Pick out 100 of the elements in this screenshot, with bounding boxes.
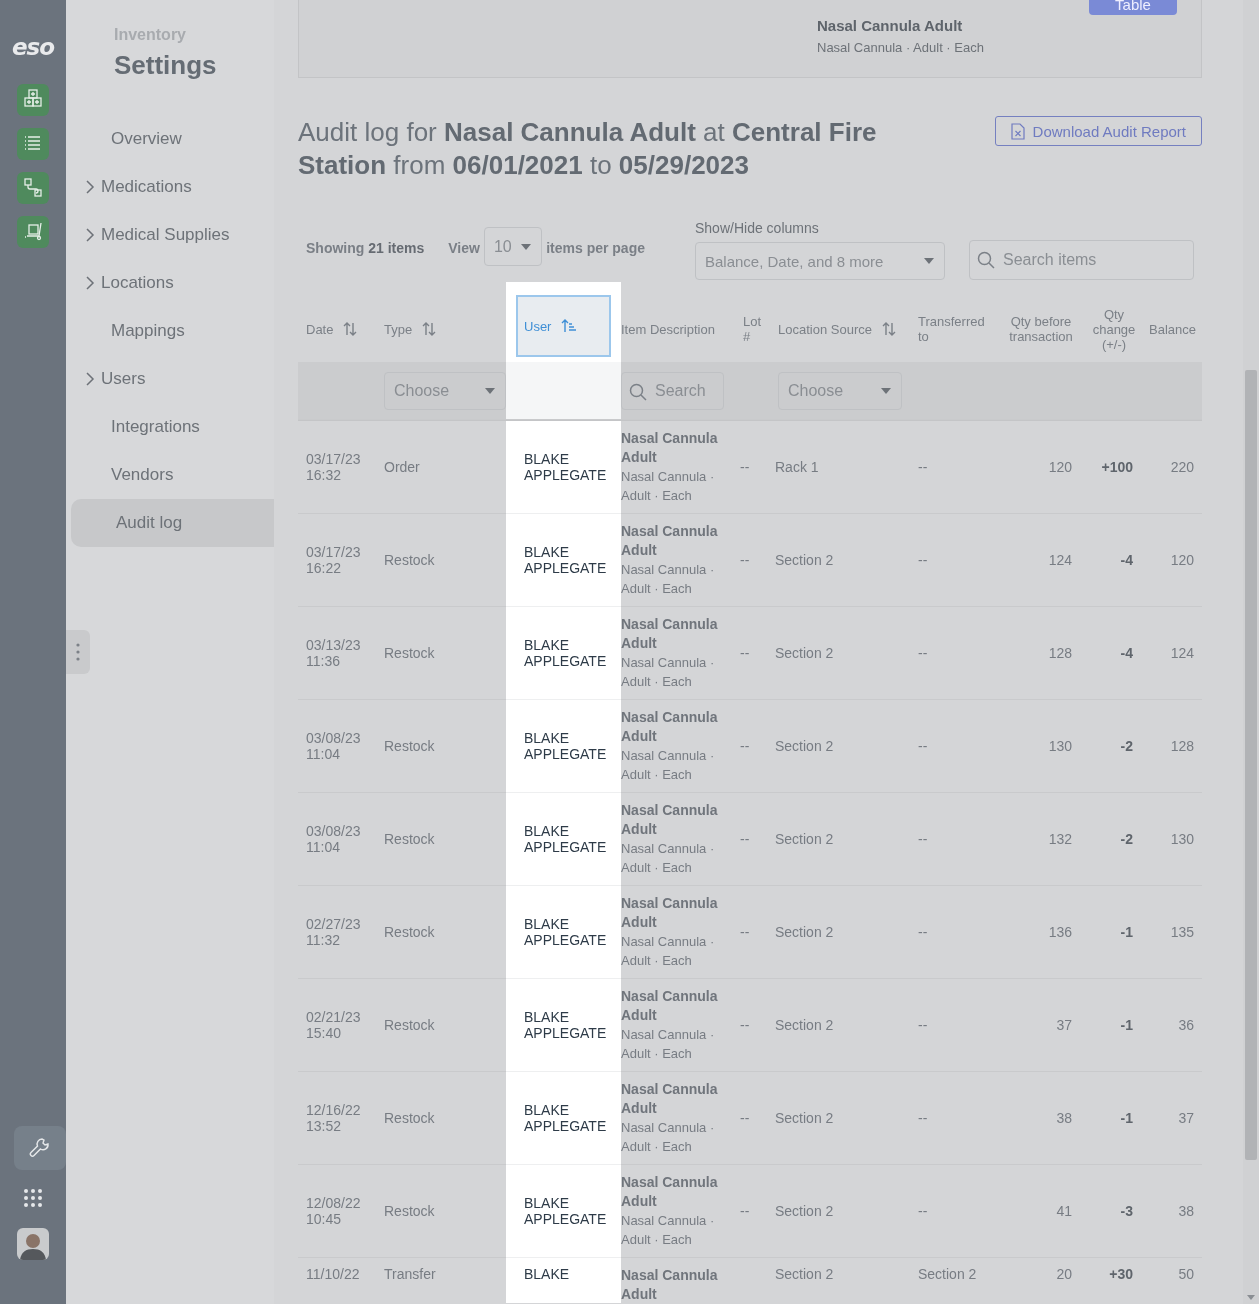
table-cell: 12/08/22 10:45 <box>298 1165 376 1258</box>
table-cell: -4 <box>1080 607 1141 700</box>
table-cell: -- <box>735 607 770 700</box>
nav-item[interactable]: Medical Supplies <box>71 211 274 259</box>
column-header: Item Description <box>621 320 716 339</box>
table-cell: BLAKE APPLEGATE <box>506 514 621 607</box>
caret-icon <box>881 387 891 394</box>
item-name: Nasal Cannula Adult <box>621 801 719 839</box>
column-header: Lot # <box>742 313 763 346</box>
item-name: Nasal Cannula Adult <box>621 1265 719 1304</box>
table-cell-text: Section 2 <box>917 1265 978 1284</box>
table-cell: 41 <box>994 1165 1080 1258</box>
sort-icon[interactable] <box>422 321 437 337</box>
column-header[interactable]: User <box>516 295 611 357</box>
per-page-label: items per page <box>546 240 645 256</box>
chevron-right-icon[interactable] <box>85 179 95 195</box>
table-cell: 128 <box>1141 700 1202 793</box>
columns-select[interactable]: Balance, Date, and 8 more <box>695 242 945 280</box>
table-cell: -1 <box>1080 886 1141 979</box>
table-cell: -- <box>735 514 770 607</box>
table-cell: -- <box>910 421 994 514</box>
item-name: Nasal Cannula Adult <box>621 429 719 467</box>
chevron-right-icon[interactable] <box>85 227 95 243</box>
chevron-right-icon[interactable] <box>85 275 95 291</box>
table-cell: 124 <box>1141 607 1202 700</box>
table-cell: -1 <box>1080 979 1141 1072</box>
table-cell: Section 2 <box>770 514 910 607</box>
cart-icon[interactable] <box>17 216 49 248</box>
search-field[interactable]: Search items <box>969 240 1194 280</box>
table-cell: 37 <box>1141 1072 1202 1165</box>
nav-item[interactable]: Integrations <box>71 403 274 451</box>
sort-icon[interactable] <box>343 321 358 337</box>
column-header[interactable]: Location Source <box>770 296 910 362</box>
table-cell: -- <box>735 421 770 514</box>
column-header[interactable]: Type <box>376 296 506 362</box>
item-count: Showing 21 items <box>306 240 425 256</box>
nav-item[interactable]: Locations <box>71 259 274 307</box>
table-cell: -- <box>910 607 994 700</box>
nav-item[interactable]: Audit log <box>71 499 274 547</box>
table-cell: BLAKE APPLEGATE <box>506 700 621 793</box>
table-cell: BLAKE <box>506 1258 621 1303</box>
table-cell: BLAKE APPLEGATE <box>506 979 621 1072</box>
table-cell: -2 <box>1080 793 1141 886</box>
table-cell: Section 2 <box>770 886 910 979</box>
scrollbar-thumb[interactable] <box>1245 370 1257 1160</box>
chevron-right-icon[interactable] <box>85 371 95 387</box>
table-cell: -3 <box>1080 1165 1141 1258</box>
item-name: Nasal Cannula Adult <box>621 522 719 560</box>
cabinet-icon[interactable] <box>17 84 49 116</box>
nav-item[interactable]: Mappings <box>71 307 274 355</box>
table-cell: BLAKE APPLEGATE <box>506 607 621 700</box>
table-cell: 02/27/23 11:32 <box>298 886 376 979</box>
table-cell: BLAKE APPLEGATE <box>506 1165 621 1258</box>
drag-handle-icon[interactable] <box>66 630 90 674</box>
table-cell-text: Transfer <box>383 1265 437 1284</box>
table-cell: 132 <box>994 793 1080 886</box>
table-cell: -- <box>910 514 994 607</box>
table-cell: 135 <box>1141 886 1202 979</box>
route-icon[interactable] <box>17 172 49 204</box>
list-icon[interactable] <box>17 128 49 160</box>
table-cell: 38 <box>1141 1165 1202 1258</box>
nav-item[interactable]: Users <box>71 355 274 403</box>
table-cell: Section 2 <box>770 607 910 700</box>
table-cell: 36 <box>1141 979 1202 1072</box>
table-cell: Section 2 <box>770 1165 910 1258</box>
table-cell: Section 2 <box>770 700 910 793</box>
wrench-icon[interactable] <box>14 1126 66 1170</box>
view-label: View <box>448 240 480 256</box>
item-detail: Nasal Cannula · Adult · Each <box>621 933 716 970</box>
column-header: Balance <box>1148 320 1197 339</box>
avatar[interactable] <box>17 1228 49 1260</box>
caret-icon <box>521 243 532 250</box>
item-name: Nasal Cannula Adult <box>817 17 964 34</box>
item-name: Nasal Cannula Adult <box>621 708 719 746</box>
column-header[interactable]: Date <box>298 296 376 362</box>
table-cell-text: 50 <box>1177 1265 1195 1284</box>
search-icon <box>629 382 647 401</box>
sort-icon[interactable] <box>881 321 896 337</box>
nav-item[interactable]: Medications <box>71 163 274 211</box>
download-button[interactable]: Download Audit Report <box>994 116 1202 146</box>
table-cell: -- <box>735 1072 770 1165</box>
nav-item[interactable]: Vendors <box>71 451 274 499</box>
filter-search-field[interactable]: Search <box>621 371 724 410</box>
sort-ascending-icon[interactable] <box>561 318 578 334</box>
filter-select[interactable]: Choose <box>778 371 902 410</box>
audit-heading: Audit log for Nasal Cannula Adult at Central Fire Station from 06/01/2021 to 05/29/2023 <box>298 116 878 182</box>
table-cell: 220 <box>1141 421 1202 514</box>
table-cell: +100 <box>1080 421 1141 514</box>
item-name: Nasal Cannula Adult <box>621 1080 719 1118</box>
table-cell: 03/17/23 16:22 <box>298 514 376 607</box>
table-cell: BLAKE APPLEGATE <box>506 1072 621 1165</box>
item-detail: Nasal Cannula · Adult · Each <box>621 1026 716 1063</box>
item-detail: Nasal Cannula · Adult · Each <box>621 561 716 598</box>
table-button[interactable]: Table <box>1089 0 1177 15</box>
filter-select[interactable]: Choose <box>384 371 506 410</box>
app-logo[interactable]: eso <box>11 34 55 60</box>
table-cell: BLAKE APPLEGATE <box>506 793 621 886</box>
table-cell: -- <box>910 979 994 1072</box>
nav-item[interactable]: Overview <box>71 115 274 163</box>
per-page-select[interactable]: 10 <box>483 227 543 266</box>
